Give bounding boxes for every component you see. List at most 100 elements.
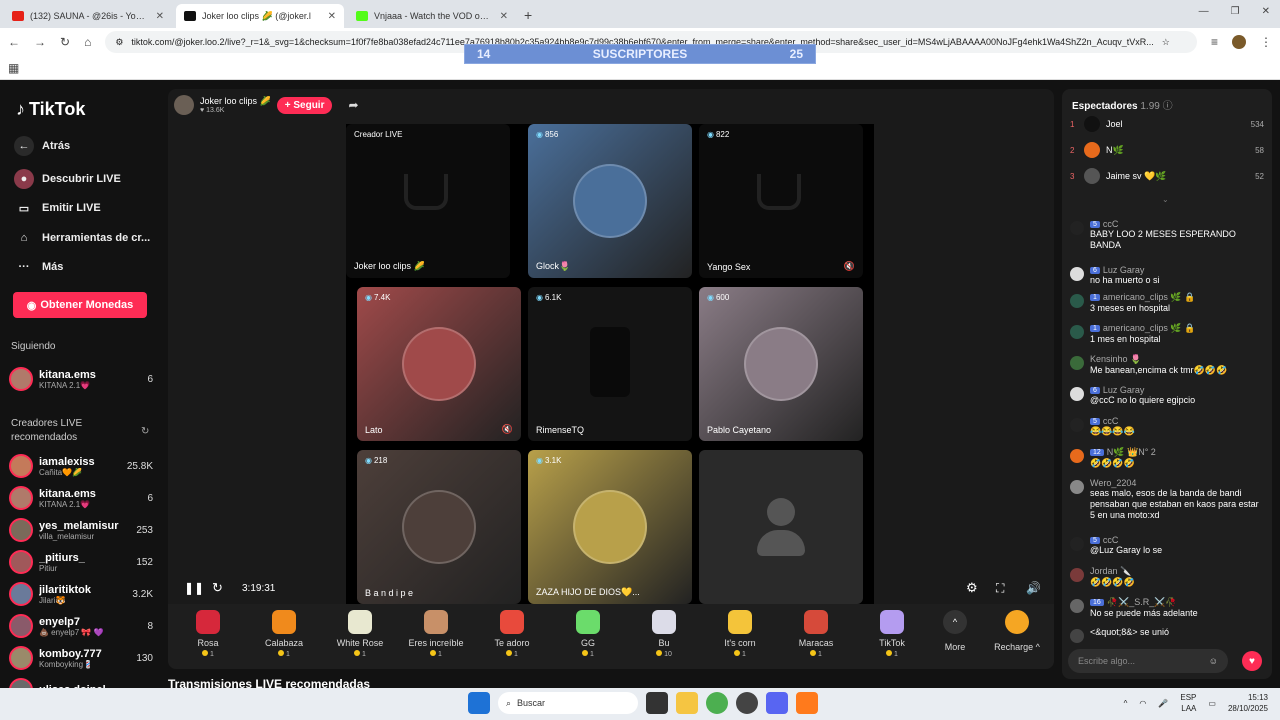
browser-tab-kick[interactable]: Vnjaaa - Watch the VOD on Kic ✕ (348, 4, 516, 28)
host-avatar[interactable] (174, 95, 194, 115)
guest-tile[interactable]: ◉ 856 Glock🌷 (528, 124, 692, 278)
forward-icon[interactable]: → (34, 35, 46, 49)
app-orange-icon[interactable] (796, 692, 818, 714)
chrome-icon[interactable] (706, 692, 728, 714)
guest-tile[interactable]: ◉ 822 Yango Sex 🔇 (699, 124, 863, 278)
reload-icon[interactable]: ↻ (60, 35, 70, 49)
chat-message[interactable]: 6 Luz Garay no ha muerto o si (1070, 265, 1266, 286)
host-name[interactable]: Joker loo clips 🌽 (200, 96, 271, 107)
gift-item[interactable]: Calabaza 1 (249, 610, 319, 658)
windows-start-icon[interactable] (468, 692, 490, 714)
chat-message[interactable]: 1 americano_clips 🌿 🔒 1 mes en hospital (1070, 323, 1266, 345)
chat-message[interactable]: Wero_2204 seas malo, esos de la banda de … (1070, 478, 1266, 521)
gift-item[interactable]: GG 1 (553, 610, 623, 658)
gift-item[interactable]: Bu 10 (629, 610, 699, 658)
mic-icon[interactable]: 🎤 (1158, 699, 1168, 708)
browser-tab-tiktok[interactable]: Joker loo clips 🌽 (@joker.l ✕ (176, 4, 344, 28)
share-icon[interactable]: ➦ (348, 98, 358, 112)
chat-message[interactable]: 1 americano_clips 🌿 🔒 3 meses en hospital (1070, 292, 1266, 314)
browser-menu-icon[interactable]: ⋮ (1260, 35, 1272, 49)
close-tab-icon[interactable]: ✕ (500, 11, 508, 22)
language-indicator[interactable]: ESP LAA (1180, 692, 1196, 714)
recommended-creator[interactable]: jilaritiktok Jilari🐯 3.2K (9, 579, 153, 609)
recommended-creator[interactable]: yes_melamisur villa_melamisur 253 (9, 515, 153, 545)
top-viewer[interactable]: 1 Joel 534 (1070, 114, 1264, 134)
close-tab-icon[interactable]: ✕ (156, 11, 164, 22)
chat-message[interactable]: Kensinho 🌷 Me banean,encima ck tmr🤣🤣🤣 (1070, 354, 1266, 376)
gift-item[interactable]: White Rose 1 (325, 610, 395, 658)
maximize-icon[interactable]: ❐ (1231, 6, 1240, 17)
profile-avatar[interactable] (1232, 35, 1246, 49)
collapse-chevron-icon[interactable]: ⌄ (1162, 195, 1169, 204)
chat-message[interactable]: Jordan 🔪 🤣🤣🤣🤣 (1070, 566, 1266, 588)
fullscreen-icon[interactable]: ⛶ (996, 581, 1004, 596)
new-tab-icon[interactable]: + (524, 7, 532, 23)
guest-tile[interactable]: ◉ 600 Pablo Cayetano (699, 287, 863, 441)
nav-more[interactable]: ··· Más (14, 257, 64, 277)
chat-message[interactable]: 12 N🌿 👑N° 2 🤣🤣🤣🤣 (1070, 447, 1266, 469)
clock[interactable]: 15:13 28/10/2025 (1228, 692, 1268, 714)
recommended-creator[interactable]: enyelp7 💩 enyelp7 🎀 💜 8 (9, 611, 153, 641)
minimize-icon[interactable]: — (1199, 6, 1209, 17)
recommended-creator[interactable]: ulises.dojnel (9, 675, 153, 688)
refresh-icon[interactable]: ↻ (141, 426, 149, 437)
nav-discover-live[interactable]: ● Descubrir LIVE (14, 169, 121, 189)
app-icon[interactable] (736, 692, 758, 714)
chat-message[interactable]: 5 ccC 😂😂😂😂 (1070, 416, 1266, 437)
tiktok-logo[interactable]: ♪ TikTok (16, 99, 85, 120)
task-view-icon[interactable] (646, 692, 668, 714)
guest-tile[interactable]: Creador LIVE Joker loo clips 🌽 (346, 124, 510, 278)
gift-item[interactable]: TikTok 1 (857, 610, 927, 658)
network-icon[interactable]: ▭ (1208, 699, 1216, 708)
recommended-creator[interactable]: _pitiurs_ Pitiur 152 (9, 547, 153, 577)
taskbar-search[interactable]: ⌕ Buscar (498, 692, 638, 714)
refresh-stream-icon[interactable]: ↻ (212, 580, 223, 596)
reading-list-icon[interactable]: ≡ (1211, 35, 1218, 49)
site-info-icon[interactable]: ⚙ (115, 37, 123, 48)
gift-item[interactable]: It's corn 1 (705, 610, 775, 658)
nav-go-live[interactable]: ▭ Emitir LIVE (14, 198, 101, 218)
home-icon[interactable]: ⌂ (84, 35, 91, 49)
more-gifts-button[interactable]: ^ More (920, 610, 990, 652)
wifi-icon[interactable]: ◠ (1139, 699, 1146, 708)
close-window-icon[interactable]: ✕ (1262, 6, 1270, 17)
apps-grid-icon[interactable]: ▦ (8, 61, 19, 75)
recommended-creator[interactable]: iamalexiss Cañita🧡🌽 25.8K (9, 451, 153, 481)
close-tab-icon[interactable]: ✕ (328, 11, 336, 22)
settings-gear-icon[interactable]: ⚙ (966, 580, 978, 596)
chat-message[interactable]: 6 Luz Garay @ccC no lo quiere egipcio (1070, 385, 1266, 406)
gift-item[interactable]: Te adoro 1 (477, 610, 547, 658)
following-item[interactable]: kitana.ems KITANA 2.1💗 6 (9, 364, 153, 394)
logo-text: TikTok (29, 99, 86, 119)
recharge-button[interactable]: Recharge ^ (982, 610, 1052, 652)
discord-icon[interactable] (766, 692, 788, 714)
nav-creator-tools[interactable]: ⌂ Herramientas de cr... (14, 228, 151, 248)
pause-icon[interactable]: ❚❚ (184, 581, 204, 595)
chat-message[interactable]: 5 ccC @Luz Garay lo se (1070, 535, 1266, 556)
recommended-creator[interactable]: kitana.ems KITANA 2.1💗 6 (9, 483, 153, 513)
get-coins-button[interactable]: ◉ Obtener Monedas (13, 292, 147, 318)
like-heart-icon[interactable]: ♥ (1242, 651, 1262, 671)
chat-message[interactable]: 5 ccC BABY LOO 2 MESES ESPERANDO BANDA (1070, 219, 1266, 251)
back-icon[interactable]: ← (8, 35, 20, 49)
gift-item[interactable]: Rosa 1 (173, 610, 243, 658)
guest-tile[interactable]: ◉ 7.4K Lato 🔇 (357, 287, 521, 441)
chat-message[interactable]: 16 🥀⚔️_S.R_⚔️🥀 No se puede más adelante (1070, 597, 1266, 619)
chat-input[interactable]: Escribe algo... ☺ (1068, 649, 1228, 673)
chat-message[interactable]: <&quot;8&> se unió (1070, 627, 1266, 643)
gift-item[interactable]: Maracas 1 (781, 610, 851, 658)
follow-button[interactable]: + Seguir (276, 96, 333, 114)
guest-tile[interactable]: ◉ 6.1K RimenseTQ (528, 287, 692, 441)
info-icon[interactable]: ⓘ (1163, 101, 1173, 112)
file-explorer-icon[interactable] (676, 692, 698, 714)
tray-chevron-icon[interactable]: ^ (1124, 699, 1128, 708)
nav-back[interactable]: ← Atrás (14, 136, 70, 156)
top-viewer[interactable]: 3 Jaime sv 💛🌿 52 (1070, 166, 1264, 186)
volume-icon[interactable]: 🔊 (1026, 581, 1041, 595)
gift-item[interactable]: Eres increíble 1 (401, 610, 471, 658)
top-viewer[interactable]: 2 N🌿 58 (1070, 140, 1264, 160)
browser-tab-youtube[interactable]: (132) SAUNA - @26is - YouTube ✕ (4, 4, 172, 28)
emoji-icon[interactable]: ☺ (1209, 656, 1218, 666)
recommended-creator[interactable]: komboy.777 Komboyking💈 130 (9, 643, 153, 673)
bookmark-star-icon[interactable]: ☆ (1162, 37, 1170, 48)
